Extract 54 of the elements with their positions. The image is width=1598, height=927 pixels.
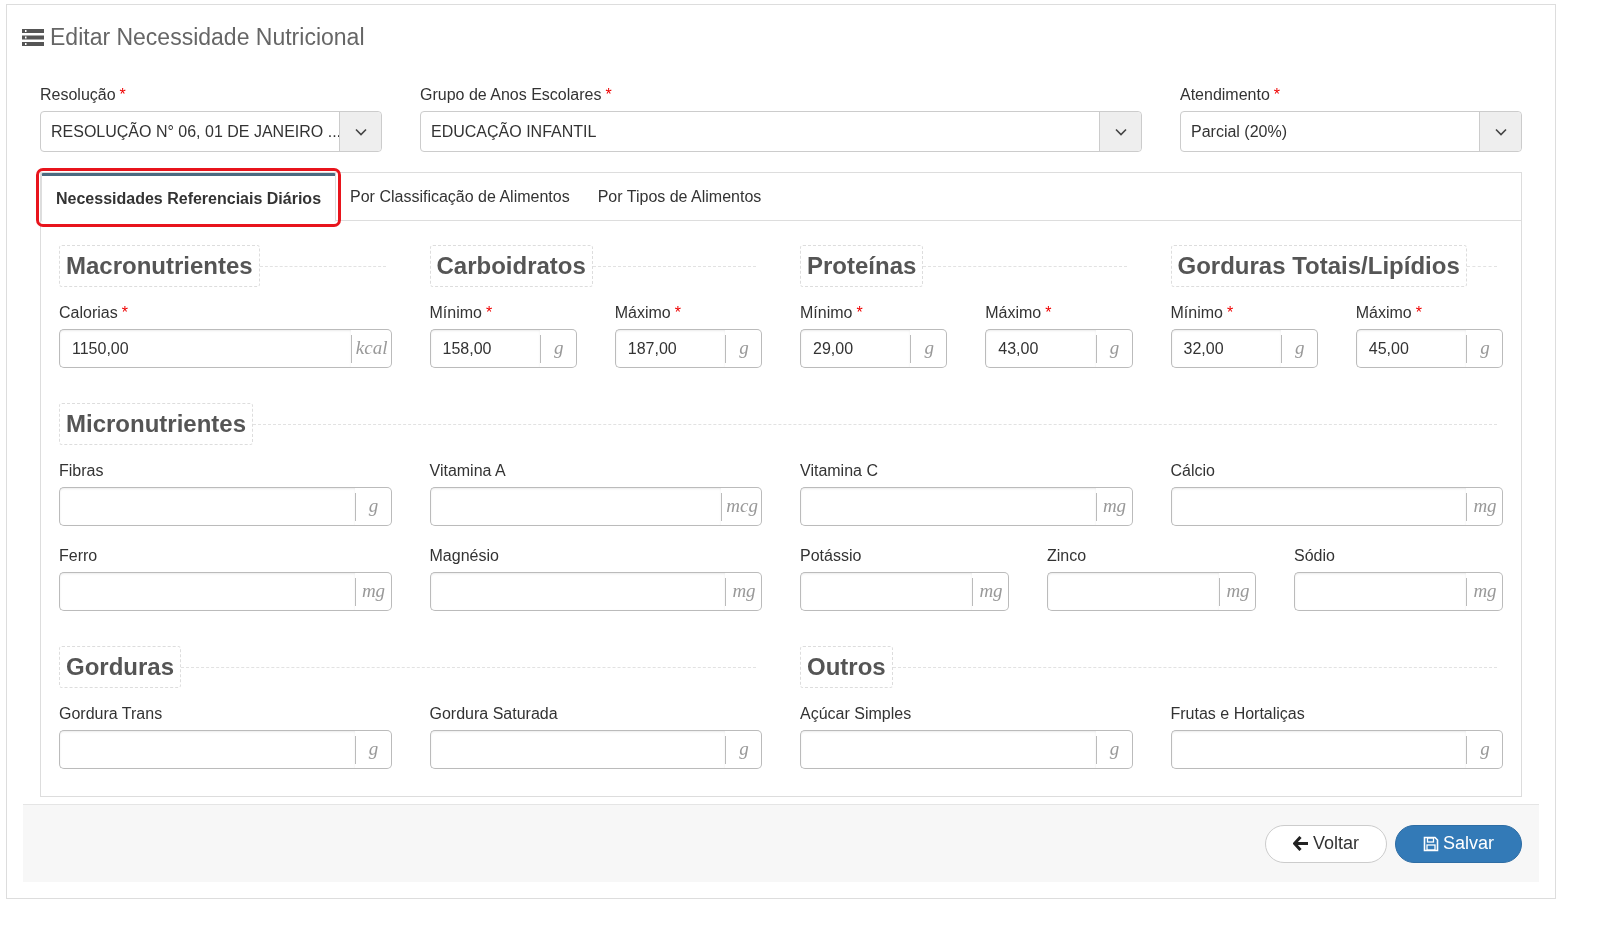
field-label: Máximo [985,304,1042,321]
field-label: Gordura Saturada [429,705,558,722]
field-label: Máximo [1355,304,1412,321]
field-label: Ferro [59,547,98,564]
required-asterisk: * [605,86,612,103]
section-title: Proteínas [800,245,924,287]
field-label: Máximo [614,304,671,321]
field-label: Vitamina C [800,462,878,479]
list-icon [22,28,44,46]
field-label: Açúcar Simples [800,705,912,722]
field-label: Mínimo [429,304,482,321]
field-label: Gordura Trans [59,705,163,722]
field-label: Sódio [1294,547,1335,564]
required-asterisk: * [485,304,493,321]
field-label: Grupo de Anos Escolares [420,86,602,103]
save-button[interactable]: Salvar [1394,824,1522,863]
section-title: Gorduras Totais/Lipídios [1170,245,1467,287]
required-asterisk: * [119,86,126,103]
field-label: Vitamina A [429,462,506,479]
required-asterisk: * [674,304,681,321]
arrow-left-icon [1292,836,1309,851]
field-label: Fibras [59,462,104,479]
page-title: Editar Necessidade Nutricional [50,22,365,52]
field-label: Frutas e Hortaliças [1170,705,1305,722]
save-icon [1422,835,1439,852]
field-label: Zinco [1047,547,1087,564]
dropdown-select[interactable]: Parcial (20%) [1180,111,1522,152]
required-asterisk: * [856,304,863,321]
section-title: Carboidratos [429,245,593,287]
section-title: Outros [800,646,893,688]
field-label: Calorias [59,304,118,321]
required-asterisk: * [1226,304,1234,321]
field-label: Potássio [800,547,862,564]
field-label: Mínimo [800,304,853,321]
section-title: Macronutrientes [59,245,260,287]
dropdown-select[interactable]: EDUCAÇÃO INFANTIL [420,111,1142,152]
field-label: Cálcio [1170,462,1215,479]
tab[interactable]: Por Classificação de Alimentos [336,173,584,221]
required-asterisk: * [1273,86,1281,103]
required-asterisk: * [121,304,128,321]
tab[interactable]: Por Tipos de Alimentos [583,173,776,221]
required-asterisk: * [1415,304,1422,321]
chevron-down-icon [354,127,367,136]
section-title: Gorduras [59,646,182,688]
back-button[interactable]: Voltar [1264,824,1387,863]
chevron-down-icon [1494,127,1507,136]
field-label: Atendimento [1180,86,1270,103]
field-label: Mínimo [1170,304,1223,321]
field-label: Magnésio [429,547,499,564]
dropdown-select[interactable]: RESOLUÇÃO N° 06, 01 DE JANEIRO ... [40,111,382,152]
section-title: Micronutrientes [59,403,254,445]
chevron-down-icon [1114,127,1127,136]
field-label: Resolução [40,86,116,103]
required-asterisk: * [1045,304,1052,321]
